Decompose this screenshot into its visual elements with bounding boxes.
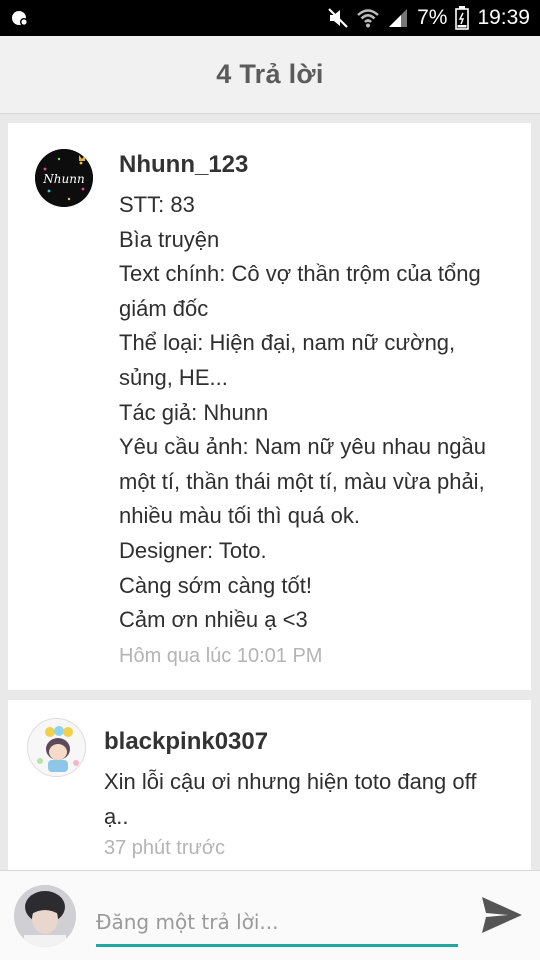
- reply-text: Xin lỗi cậu ơi nhưng hiện toto đang off …: [104, 765, 514, 834]
- reply-line: ạ..: [104, 803, 129, 829]
- reply-line: Yêu cầu ảnh: Nam nữ yêu nhau ngầu: [119, 434, 486, 460]
- reply-line: Cảm ơn nhiều ạ <3: [119, 607, 308, 633]
- reply-line: STT: 83: [119, 192, 195, 217]
- status-bar: 7% 19:39: [0, 0, 540, 36]
- avatar-image: [14, 885, 76, 947]
- reply-card: blackpink0307 Xin lỗi cậu ơi nhưng hiện …: [8, 700, 531, 870]
- reply-line: Designer: Toto.: [119, 537, 267, 563]
- notification-icon: [12, 11, 28, 26]
- signal-icon: [389, 9, 408, 27]
- battery-icon: [455, 6, 470, 30]
- reply-line: Bìa truyện: [119, 226, 220, 252]
- reply-line: Xin lỗi cậu ơi nhưng hiện toto đang off: [104, 769, 477, 794]
- reply-line: Text chính: Cô vợ thần trộm của tổng: [119, 261, 481, 287]
- wifi-icon: [357, 9, 379, 28]
- reply-line: Càng sớm càng tốt!: [119, 572, 312, 598]
- send-icon[interactable]: [480, 895, 524, 935]
- username[interactable]: Nhunn_123: [119, 151, 248, 179]
- timestamp: Hôm qua lúc 10:01 PM: [119, 645, 323, 667]
- avatar-image: [28, 719, 85, 776]
- current-user-avatar: [14, 885, 76, 947]
- avatar[interactable]: [27, 718, 86, 777]
- status-right: 7% 19:39: [327, 0, 530, 36]
- page-title: 4 Trả lời: [216, 59, 324, 89]
- username[interactable]: blackpink0307: [104, 728, 268, 756]
- battery-percent: 7%: [417, 6, 448, 29]
- mute-icon: [328, 8, 348, 28]
- reply-text: STT: 83 Bìa truyện Text chính: Cô vợ thầ…: [119, 188, 519, 638]
- clock: 19:39: [477, 6, 530, 29]
- reply-line: Tác giả: Nhunn: [119, 399, 269, 425]
- reply-line: một tí, thần thái một tí, màu vừa phải,: [119, 468, 485, 494]
- reply-composer: [0, 870, 540, 960]
- avatar[interactable]: Nhunn: [35, 149, 93, 207]
- reply-line: giám đốc: [119, 295, 209, 321]
- avatar-image: Nhunn: [35, 149, 93, 207]
- reply-input[interactable]: [96, 899, 458, 947]
- timestamp: 37 phút trước: [104, 837, 226, 859]
- svg-text:Nhunn: Nhunn: [42, 172, 84, 186]
- reply-line: sủng, HE...: [119, 364, 228, 390]
- reply-card: Nhunn Nhunn_123 STT: 83 Bìa truyện Text …: [8, 123, 531, 690]
- reply-line: nhiều màu tối thì quá ok.: [119, 503, 360, 529]
- top-bar: 4 Trả lời: [0, 36, 540, 114]
- reply-line: Thể loại: Hiện đại, nam nữ cường,: [119, 330, 456, 356]
